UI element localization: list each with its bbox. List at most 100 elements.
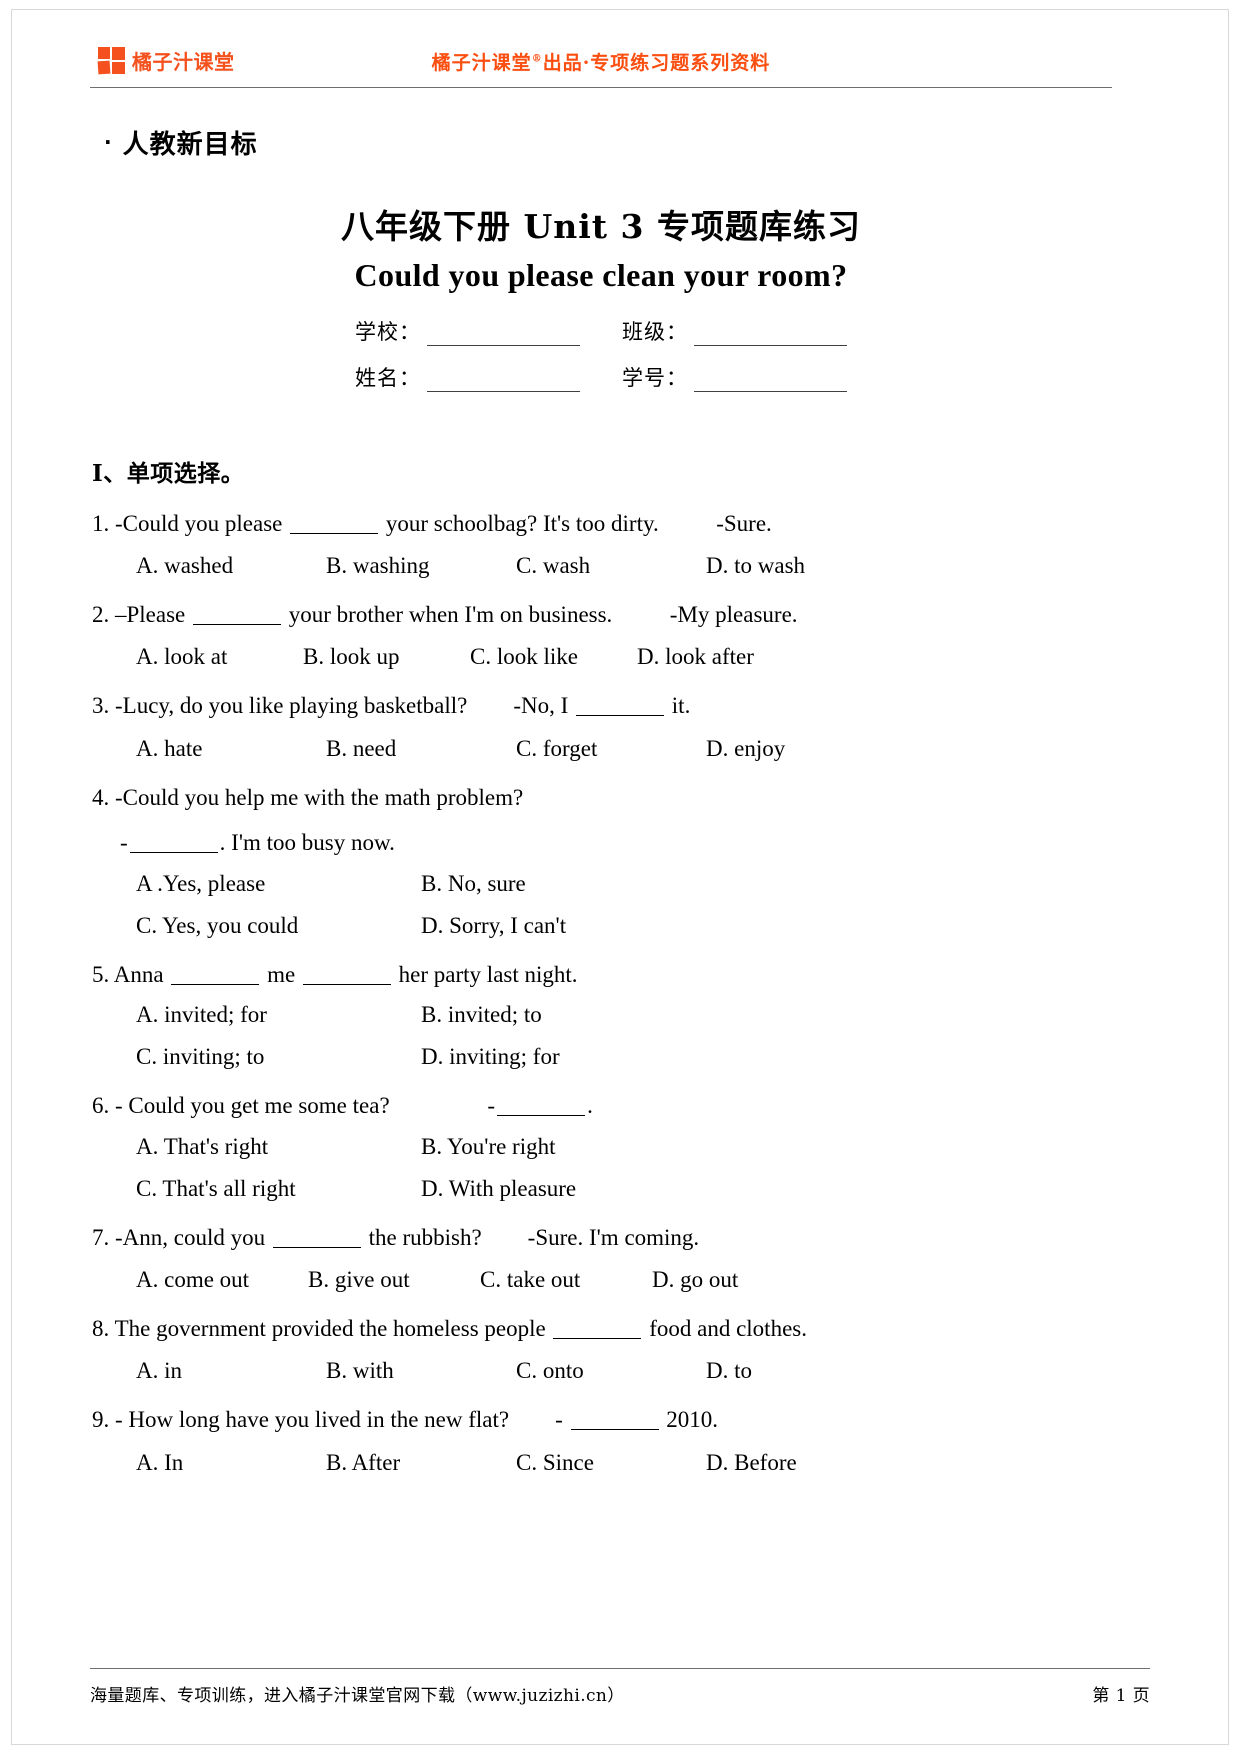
option-b[interactable]: B. need (326, 736, 516, 762)
answer-blank[interactable] (171, 983, 260, 985)
textbook-label: · 人教新目标 (90, 124, 1112, 161)
option-c[interactable]: C. inviting; to (136, 1044, 421, 1070)
textbook-label-text: 人教新目标 (122, 130, 258, 160)
option-d[interactable]: D. go out (652, 1267, 738, 1293)
field-class: 班级： (622, 316, 847, 346)
field-school-input[interactable] (427, 325, 580, 346)
form-row-2: 姓名： 学号： (355, 362, 847, 392)
option-a[interactable]: A. come out (136, 1267, 308, 1293)
question-9-stem-b: 2010. (660, 1407, 718, 1433)
option-d[interactable]: D. With pleasure (421, 1176, 576, 1202)
option-a[interactable]: A. In (136, 1450, 326, 1476)
option-a[interactable]: A .Yes, please (136, 871, 421, 897)
document-page: 橘子汁课堂 橘子汁课堂®出品·专项练习题系列资料 · 人教新目标 八年级下册 Un… (0, 0, 1240, 1754)
option-b[interactable]: B. invited; to (421, 1002, 542, 1028)
field-name-input[interactable] (427, 371, 580, 392)
option-c[interactable]: C. Yes, you could (136, 913, 421, 939)
question-5-options: A. invited; for B. invited; to C. inviti… (90, 1002, 1112, 1070)
answer-blank[interactable] (193, 623, 282, 625)
field-school: 学校： (355, 316, 580, 346)
question-5-stem-c: her party last night. (392, 961, 578, 987)
question-2: 2. –Please your brother when I'm on busi… (90, 600, 1112, 670)
option-a[interactable]: A. washed (136, 553, 326, 579)
option-c[interactable]: C. Since (516, 1450, 706, 1476)
option-c[interactable]: C. That's all right (136, 1176, 421, 1202)
page-content: 橘子汁课堂 橘子汁课堂®出品·专项练习题系列资料 · 人教新目标 八年级下册 Un… (90, 32, 1112, 1476)
question-6-options-row2: C. That's all right D. With pleasure (90, 1176, 1112, 1202)
page-title: 八年级下册 Unit 3 专项题库练习 Could you please cle… (90, 205, 1112, 294)
option-c[interactable]: C. take out (480, 1267, 652, 1293)
question-7-stem-b: the rubbish? -Sure. I'm coming. (362, 1224, 700, 1250)
question-6-options: A. That's right B. You're right C. That'… (90, 1134, 1112, 1202)
answer-blank[interactable] (553, 1338, 642, 1340)
question-8-stem-b: food and clothes. (643, 1316, 807, 1342)
question-4-options-row2: C. Yes, you could D. Sorry, I can't (90, 913, 1112, 939)
field-name: 姓名： (355, 362, 580, 392)
question-2-options: A. look at B. look up C. look like D. lo… (90, 644, 1112, 670)
option-d[interactable]: D. enjoy (706, 736, 785, 762)
field-student-id-label: 学号： (622, 365, 688, 390)
question-8-stem-a: 8. The government provided the homeless … (92, 1316, 552, 1342)
field-class-input[interactable] (694, 325, 847, 346)
answer-blank[interactable] (302, 983, 391, 985)
option-d[interactable]: D. look after (637, 644, 754, 670)
option-d[interactable]: D. Sorry, I can't (421, 913, 566, 939)
option-c[interactable]: C. look like (470, 644, 637, 670)
option-b[interactable]: B. After (326, 1450, 516, 1476)
option-b[interactable]: B. look up (303, 644, 470, 670)
option-b[interactable]: B. No, sure (421, 871, 526, 897)
question-5-options-row1: A. invited; for B. invited; to (90, 1002, 1112, 1028)
question-1-stem-b: your schoolbag? It's too dirty. -Sure. (380, 510, 772, 536)
footer-row: 海量题库、专项训练，进入橘子汁课堂官网下载（www.juzizhi.cn） 第 … (90, 1681, 1150, 1706)
field-student-id-input[interactable] (694, 371, 847, 392)
option-a[interactable]: A. invited; for (136, 1002, 421, 1028)
question-3-options: A. hate B. need C. forget D. enjoy (90, 736, 1112, 762)
header-tagline-brand: 橘子汁课堂 (431, 52, 532, 74)
page-sheet: 橘子汁课堂 橘子汁课堂®出品·专项练习题系列资料 · 人教新目标 八年级下册 Un… (12, 10, 1228, 1744)
question-7-stem-a: 7. -Ann, could you (92, 1224, 271, 1250)
question-3: 3. -Lucy, do you like playing basketball… (90, 691, 1112, 761)
option-a[interactable]: A. hate (136, 736, 326, 762)
footer-note: 海量题库、专项训练，进入橘子汁课堂官网下载（www.juzizhi.cn） (90, 1686, 625, 1706)
question-9: 9. - How long have you lived in the new … (90, 1405, 1112, 1475)
section-multiple-choice: I、单项选择。 1. -Could you please your school… (90, 454, 1112, 1476)
question-3-stem-b: it. (666, 693, 691, 719)
option-d[interactable]: D. Before (706, 1450, 797, 1476)
option-a[interactable]: A. in (136, 1358, 326, 1384)
option-c[interactable]: C. onto (516, 1358, 706, 1384)
option-b[interactable]: B. with (326, 1358, 516, 1384)
student-info-form: 学校： 班级： 姓名： 学号： (90, 316, 1112, 392)
question-5-options-row2: C. inviting; to D. inviting; for (90, 1044, 1112, 1070)
header-tagline-rest: 出品·专项练习题系列资料 (542, 52, 771, 74)
question-4: 4. -Could you help me with the math prob… (90, 783, 1112, 939)
header-divider (90, 87, 1112, 88)
question-2-stem: 2. –Please your brother when I'm on busi… (90, 600, 1112, 629)
question-5-stem: 5. Anna me her party last night. (90, 960, 1112, 989)
option-d[interactable]: D. to (706, 1358, 752, 1384)
answer-blank[interactable] (272, 1246, 361, 1248)
question-6: 6. - Could you get me some tea? -. A. Th… (90, 1091, 1112, 1201)
option-b[interactable]: B. give out (308, 1267, 480, 1293)
option-a[interactable]: A. That's right (136, 1134, 421, 1160)
answer-blank[interactable] (290, 532, 379, 534)
question-1-stem: 1. -Could you please your schoolbag? It'… (90, 509, 1112, 538)
section-heading: I、单项选择。 (92, 459, 245, 487)
option-c[interactable]: C. wash (516, 553, 706, 579)
option-b[interactable]: B. washing (326, 553, 516, 579)
option-d[interactable]: D. to wash (706, 553, 805, 579)
answer-blank[interactable] (129, 852, 218, 854)
field-school-label: 学校： (355, 319, 421, 344)
page-footer: 海量题库、专项训练，进入橘子汁课堂官网下载（www.juzizhi.cn） 第 … (90, 1668, 1150, 1706)
answer-blank[interactable] (497, 1115, 586, 1117)
option-c[interactable]: C. forget (516, 736, 706, 762)
option-d[interactable]: D. inviting; for (421, 1044, 560, 1070)
answer-blank[interactable] (576, 715, 665, 717)
bullet-icon: · (104, 130, 113, 154)
page-number: 第 1 页 (1092, 1686, 1150, 1706)
question-1: 1. -Could you please your schoolbag? It'… (90, 509, 1112, 579)
option-b[interactable]: B. You're right (421, 1134, 556, 1160)
form-row-1: 学校： 班级： (355, 316, 847, 346)
question-9-options: A. In B. After C. Since D. Before (90, 1450, 1112, 1476)
answer-blank[interactable] (570, 1429, 659, 1431)
option-a[interactable]: A. look at (136, 644, 303, 670)
